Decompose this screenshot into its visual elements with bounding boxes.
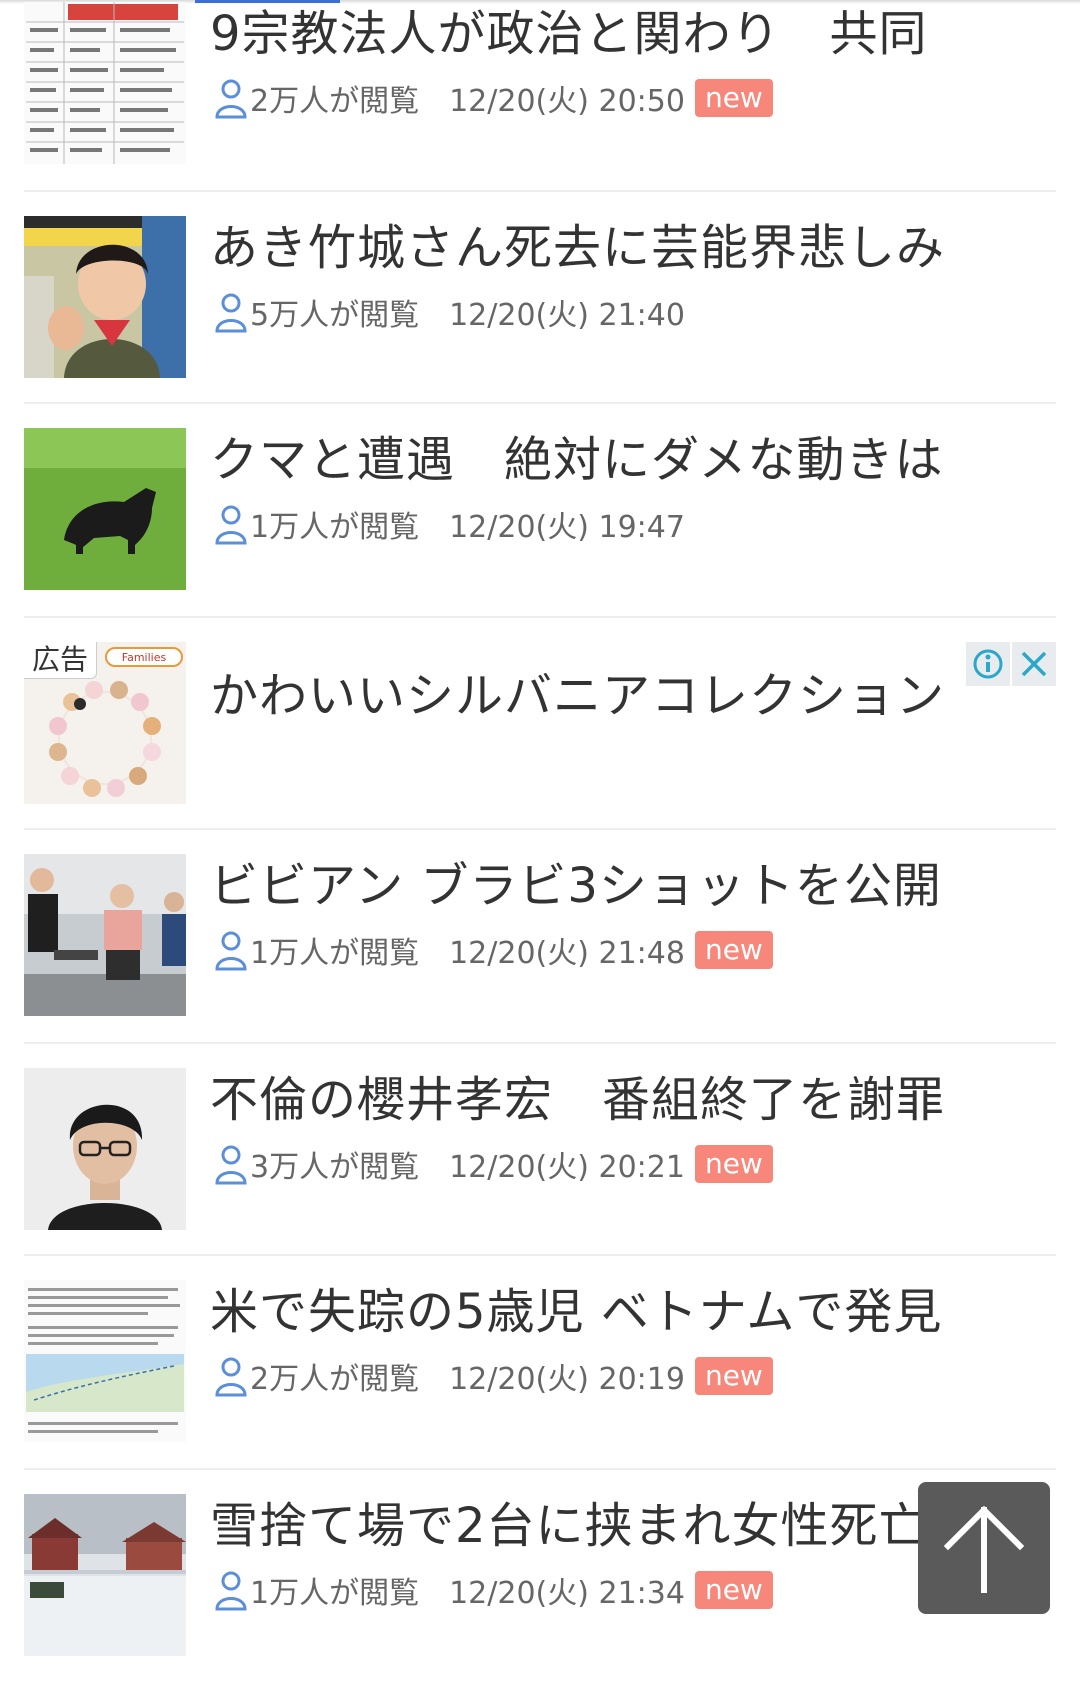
- info-icon[interactable]: [966, 642, 1010, 686]
- divider: [24, 1254, 1056, 1256]
- person-icon: [215, 1571, 247, 1611]
- view-count: 1万人が閲覧: [250, 936, 420, 971]
- article-item[interactable]: 雪捨て場で2台に挟まれ女性死亡 1万人が閲覧 12/20(火) 21:34 ne…: [24, 1472, 1056, 1684]
- article-title: あき竹城さん死去に芸能界悲しみ: [210, 220, 946, 276]
- divider: [24, 1042, 1056, 1044]
- article-thumbnail: [24, 1494, 186, 1656]
- article-meta: 3万人が閲覧 12/20(火) 20:21 new: [214, 1142, 773, 1186]
- article-thumbnail: [24, 216, 186, 378]
- article-title: 雪捨て場で2台に挟まれ女性死亡: [210, 1498, 928, 1554]
- ad-title: かわいいシルバニアコレクション: [210, 668, 946, 724]
- article-item[interactable]: ビビアン ブラビ3ショットを公開 1万人が閲覧 12/20(火) 21:48 n…: [24, 832, 1056, 1044]
- post-time: 12/20(火) 19:47: [449, 510, 685, 545]
- article-title: 不倫の櫻井孝宏 番組終了を謝罪: [210, 1072, 946, 1128]
- divider: [24, 828, 1056, 830]
- post-time: 12/20(火) 20:19: [449, 1362, 685, 1397]
- new-badge: new: [694, 1357, 773, 1395]
- article-item[interactable]: 9宗教法人が政治と関わり 共同 2万人が閲覧 12/20(火) 20:50 ne…: [24, 0, 1056, 192]
- person-icon: [215, 1145, 247, 1185]
- close-icon[interactable]: [1012, 642, 1056, 686]
- article-meta: 5万人が閲覧 12/20(火) 21:40: [214, 290, 695, 334]
- view-count: 1万人が閲覧: [250, 1576, 420, 1611]
- article-meta: 1万人が閲覧 12/20(火) 21:34 new: [214, 1568, 773, 1612]
- article-thumbnail: [24, 2, 186, 164]
- article-title: クマと遭遇 絶対にダメな動きは: [210, 432, 944, 488]
- divider: [24, 1468, 1056, 1470]
- scroll-to-top-button[interactable]: [918, 1482, 1050, 1614]
- ad-label: 広告: [24, 642, 98, 679]
- article-thumbnail: [24, 854, 186, 1016]
- view-count: 2万人が閲覧: [250, 1362, 420, 1397]
- ad-item[interactable]: Families 広告 かわいいシルバニアコレクション: [24, 620, 1056, 832]
- arrow-up-icon: [943, 1505, 1025, 1593]
- post-time: 12/20(火) 20:21: [449, 1150, 685, 1185]
- article-thumbnail: [24, 1280, 186, 1442]
- article-meta: 1万人が閲覧 12/20(火) 19:47: [214, 502, 695, 546]
- ad-controls: [966, 642, 1056, 686]
- article-title: 米で失踪の5歳児 ベトナムで発見: [210, 1284, 943, 1340]
- ad-thumbnail-text: Families: [122, 651, 167, 664]
- view-count: 5万人が閲覧: [250, 298, 420, 333]
- post-time: 12/20(火) 21:34: [449, 1576, 685, 1611]
- ad-thumbnail: Families 広告: [24, 642, 186, 804]
- article-meta: 2万人が閲覧 12/20(火) 20:19 new: [214, 1354, 773, 1398]
- person-icon: [215, 505, 247, 545]
- article-thumbnail: [24, 428, 186, 590]
- article-thumbnail: [24, 1068, 186, 1230]
- view-count: 2万人が閲覧: [250, 84, 420, 119]
- divider: [24, 190, 1056, 192]
- divider: [24, 402, 1056, 404]
- view-count: 3万人が閲覧: [250, 1150, 420, 1185]
- article-title: ビビアン ブラビ3ショットを公開: [210, 858, 942, 914]
- article-item[interactable]: 不倫の櫻井孝宏 番組終了を謝罪 3万人が閲覧 12/20(火) 20:21 ne…: [24, 1046, 1056, 1258]
- post-time: 12/20(火) 20:50: [449, 84, 685, 119]
- new-badge: new: [694, 1571, 773, 1609]
- article-meta: 1万人が閲覧 12/20(火) 21:48 new: [214, 928, 773, 972]
- person-icon: [215, 931, 247, 971]
- article-title: 9宗教法人が政治と関わり 共同: [210, 6, 928, 62]
- article-meta: 2万人が閲覧 12/20(火) 20:50 new: [214, 76, 773, 120]
- divider: [24, 616, 1056, 618]
- new-badge: new: [694, 1145, 773, 1183]
- person-icon: [215, 1357, 247, 1397]
- article-item[interactable]: クマと遭遇 絶対にダメな動きは 1万人が閲覧 12/20(火) 19:47: [24, 406, 1056, 618]
- person-icon: [215, 79, 247, 119]
- view-count: 1万人が閲覧: [250, 510, 420, 545]
- article-item[interactable]: あき竹城さん死去に芸能界悲しみ 5万人が閲覧 12/20(火) 21:40: [24, 194, 1056, 406]
- new-badge: new: [694, 79, 773, 117]
- person-icon: [215, 293, 247, 333]
- post-time: 12/20(火) 21:48: [449, 936, 685, 971]
- new-badge: new: [694, 931, 773, 969]
- post-time: 12/20(火) 21:40: [449, 298, 685, 333]
- article-item[interactable]: 米で失踪の5歳児 ベトナムで発見 2万人が閲覧 12/20(火) 20:19 n…: [24, 1258, 1056, 1470]
